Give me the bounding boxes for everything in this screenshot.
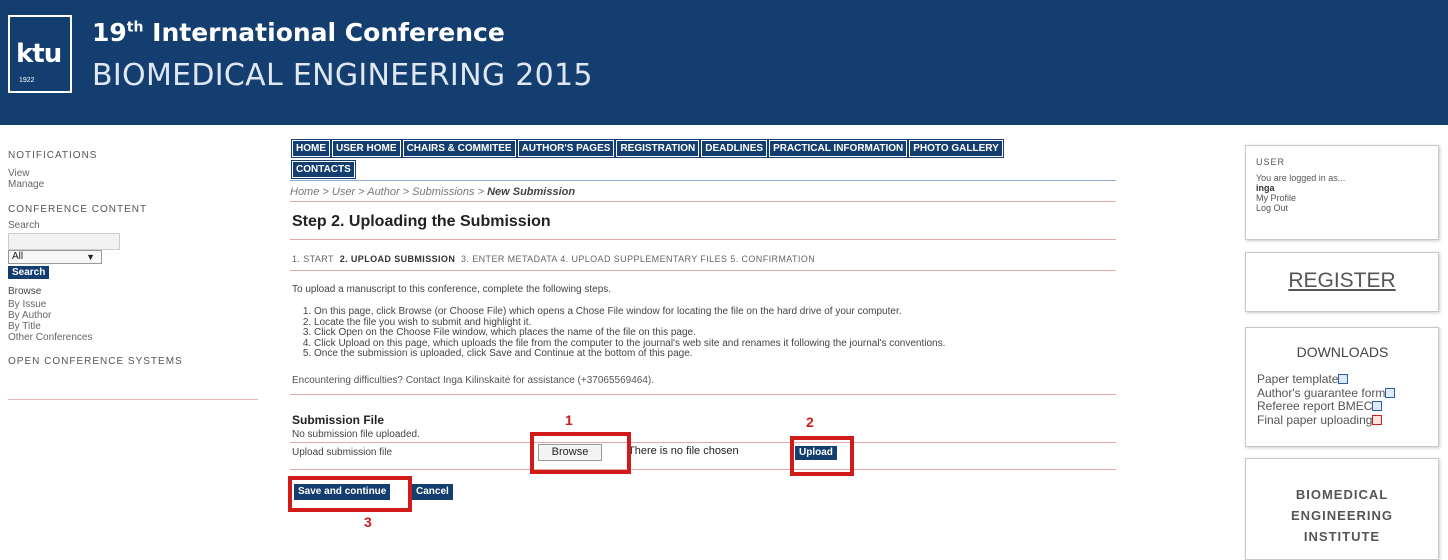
instructions-list: On this page, click Browse (or Choose Fi… <box>314 306 1116 360</box>
annotation-number-1: 1 <box>565 412 573 428</box>
ktu-logo[interactable]: ktu 1922 <box>8 15 72 93</box>
select-arrow-icon: ▼ <box>86 252 95 262</box>
download-item[interactable]: Author's guarantee form <box>1257 386 1428 401</box>
download-item[interactable]: Referee report BMEC <box>1257 399 1428 414</box>
main-nav: HOME USER HOME CHAIRS & COMMITEE AUTHOR'S P… <box>291 138 1072 180</box>
institute-line: BIOMEDICAL <box>1295 487 1389 502</box>
divider <box>290 201 1116 202</box>
institute-line: ENGINEERING <box>1290 508 1393 523</box>
file-chosen-status: There is no file chosen <box>628 445 739 457</box>
logo-year: 1922 <box>19 77 35 84</box>
annotation-number-3: 3 <box>364 514 372 530</box>
site-header: ktu 1922 19th International Conference B… <box>0 0 1448 125</box>
logo-text: ktu <box>16 39 62 69</box>
browse-by-title-link[interactable]: By Title <box>8 321 258 332</box>
browse-title: Browse <box>8 286 42 297</box>
my-profile-link[interactable]: My Profile <box>1256 193 1428 203</box>
annotation-box-3 <box>288 476 412 512</box>
divider <box>290 393 1116 395</box>
instruction-item: Click Open on the Choose File window, wh… <box>314 327 1116 339</box>
downloads-panel: DOWNLOADS Paper template Author's guaran… <box>1245 327 1439 447</box>
nav-user-home[interactable]: USER HOME <box>331 139 402 158</box>
ocs-title[interactable]: OPEN CONFERENCE SYSTEMS <box>8 356 258 367</box>
annotation-box-2 <box>790 436 854 476</box>
submission-file-title: Submission File <box>292 412 385 427</box>
word-doc-icon <box>1338 374 1349 384</box>
word-doc-icon <box>1385 387 1396 398</box>
search-scope-select[interactable]: All ▼ <box>8 250 102 264</box>
nav-registration[interactable]: REGISTRATION <box>615 139 701 158</box>
downloads-title: DOWNLOADS <box>1296 344 1389 360</box>
intro-text: To upload a manuscript to this conferenc… <box>292 284 612 295</box>
nav-deadlines[interactable]: DEADLINES <box>700 139 769 158</box>
nav-home[interactable]: HOME <box>291 139 331 158</box>
log-out-link[interactable]: Log Out <box>1256 203 1428 213</box>
user-panel: USER You are logged in as... inga My Pro… <box>1245 145 1439 240</box>
sidebar-divider <box>8 399 258 400</box>
search-label: Search <box>8 220 40 231</box>
step-progress: 1. START 2. UPLOAD SUBMISSION 3. ENTER M… <box>292 254 816 264</box>
conference-content-title: CONFERENCE CONTENT <box>8 204 148 215</box>
annotation-number-2: 2 <box>806 414 814 430</box>
page-title: Step 2. Uploading the Submission <box>292 213 551 230</box>
annotation-box-1 <box>530 432 631 474</box>
word-doc-icon <box>1372 401 1383 411</box>
pdf-icon <box>1372 414 1383 425</box>
instruction-item: Once the submission is uploaded, click S… <box>314 348 1116 360</box>
search-button[interactable]: Search <box>8 266 50 279</box>
cancel-button[interactable]: Cancel <box>412 484 453 500</box>
download-item[interactable]: Paper template <box>1257 372 1428 387</box>
notifications-view-link[interactable]: View <box>8 168 258 179</box>
no-file-text: No submission file uploaded. <box>292 428 420 440</box>
nav-photo-gallery[interactable]: PHOTO GALLERY <box>908 139 1004 158</box>
difficulties-text: Encountering difficulties? Contact Inga … <box>292 374 654 386</box>
nav-chairs-committee[interactable]: CHAIRS & COMMITEE <box>401 139 517 158</box>
conference-subtitle: 19th International Conference <box>92 18 505 47</box>
other-conferences-link[interactable]: Other Conferences <box>8 332 258 343</box>
left-sidebar: NOTIFICATIONS View Manage CONFERENCE CON… <box>8 150 258 400</box>
divider <box>290 239 1116 240</box>
download-item[interactable]: Final paper uploading <box>1257 413 1428 428</box>
nav-contacts[interactable]: CONTACTS <box>291 160 356 179</box>
register-link[interactable]: REGISTER <box>1288 269 1395 293</box>
upload-file-label: Upload submission file <box>292 447 393 458</box>
instruction-item: On this page, click Browse (or Choose Fi… <box>314 306 1116 318</box>
notifications-manage-link[interactable]: Manage <box>8 179 258 190</box>
notifications-title: NOTIFICATIONS <box>8 150 98 161</box>
search-input[interactable] <box>8 233 120 250</box>
conference-title: BIOMEDICAL ENGINEERING 2015 <box>92 58 593 93</box>
browse-by-issue-link[interactable]: By Issue <box>8 299 258 310</box>
divider <box>290 469 1116 470</box>
top-divider <box>290 180 1116 181</box>
nav-practical-information[interactable]: PRACTICAL INFORMATION <box>768 139 909 158</box>
contact-link[interactable]: Inga Kilinskaitė <box>443 375 510 386</box>
register-panel: REGISTER <box>1245 252 1439 312</box>
main-content: Home > User > Author > Submissions > New… <box>288 180 1116 530</box>
divider <box>290 270 1116 271</box>
institute-line: INSTITUTE <box>1303 529 1381 544</box>
browse-by-author-link[interactable]: By Author <box>8 310 258 321</box>
username: inga <box>1256 183 1275 193</box>
nav-authors-pages[interactable]: AUTHOR'S PAGES <box>516 139 616 158</box>
user-panel-title: USER <box>1256 157 1286 167</box>
logged-in-text: You are logged in as... <box>1256 173 1346 183</box>
breadcrumb[interactable]: Home > User > Author > Submissions > New… <box>290 186 1116 198</box>
divider <box>290 442 1116 443</box>
institute-panel[interactable]: BIOMEDICAL ENGINEERING INSTITUTE <box>1245 458 1439 560</box>
